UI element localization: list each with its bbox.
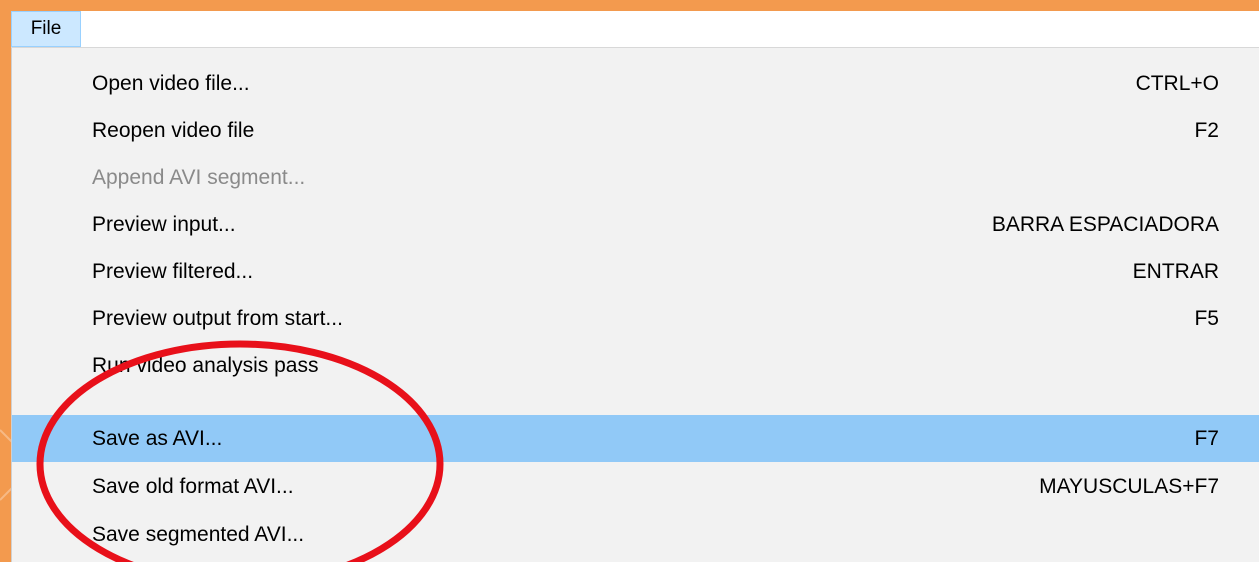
- menu-item-preview-input[interactable]: Preview input... BARRA ESPACIADORA: [16, 206, 1259, 244]
- menu-item-save-as-avi[interactable]: Save as AVI... F7: [12, 415, 1259, 462]
- file-menu[interactable]: File: [11, 11, 81, 47]
- menu-item-shortcut: CTRL+O: [1135, 72, 1219, 95]
- menu-item-label: Append AVI segment...: [92, 166, 306, 189]
- menu-item-label: Open video file...: [92, 72, 250, 95]
- menu-item-preview-filtered[interactable]: Preview filtered... ENTRAR: [16, 253, 1259, 291]
- menu-item-label: Save as AVI...: [92, 426, 223, 450]
- menu-item-label: Preview input...: [92, 213, 236, 236]
- menu-item-shortcut: BARRA ESPACIADORA: [991, 213, 1219, 236]
- menu-item-save-segmented-avi[interactable]: Save segmented AVI...: [16, 516, 1259, 554]
- menu-item-append-avi-segment: Append AVI segment...: [16, 159, 1259, 197]
- menu-item-shortcut: MAYUSCULAS+F7: [1039, 475, 1219, 498]
- menu-item-label: Reopen video file: [92, 119, 255, 142]
- menu-item-shortcut: F7: [1194, 426, 1219, 450]
- menu-item-shortcut: F2: [1194, 119, 1219, 142]
- menu-item-label: Preview output from start...: [92, 307, 343, 330]
- menu-item-label: Run video analysis pass: [92, 354, 319, 377]
- menu-item-label: Save segmented AVI...: [92, 523, 305, 546]
- menu-item-shortcut: ENTRAR: [1132, 260, 1219, 283]
- menu-item-open-video-file[interactable]: Open video file... CTRL+O: [16, 65, 1259, 103]
- menu-item-run-video-analysis-pass[interactable]: Run video analysis pass: [16, 347, 1259, 385]
- file-dropdown-menu: Open video file... CTRL+O Reopen video f…: [11, 48, 1259, 562]
- menu-item-preview-output-from-start[interactable]: Preview output from start... F5: [16, 300, 1259, 338]
- menu-item-label: Preview filtered...: [92, 260, 254, 283]
- menu-item-shortcut: F5: [1194, 307, 1219, 330]
- menu-bar: File: [11, 11, 1259, 48]
- menu-item-reopen-video-file[interactable]: Reopen video file F2: [16, 112, 1259, 150]
- menu-item-label: Save old format AVI...: [92, 475, 294, 498]
- menu-item-save-old-format-avi[interactable]: Save old format AVI... MAYUSCULAS+F7: [16, 468, 1259, 506]
